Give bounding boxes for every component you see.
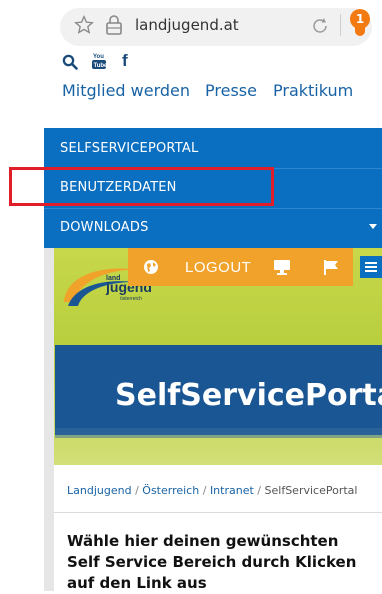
hamburger-icon[interactable]: [360, 256, 382, 278]
notification-badge[interactable]: 1: [350, 9, 370, 29]
menu-item-selfserviceportal[interactable]: SELFSERVICEPORTAL: [60, 141, 198, 156]
page-gutter: [44, 248, 54, 591]
content-divider: [54, 512, 382, 513]
breadcrumb-separator: /: [257, 484, 262, 497]
breadcrumb: Landjugend / Österreich / Intranet / Sel…: [67, 484, 357, 497]
highlight-box: [9, 167, 274, 206]
breadcrumb-item-intranet[interactable]: Intranet: [210, 484, 254, 497]
nav-link-praktikum[interactable]: Praktikum: [273, 81, 353, 100]
chevron-down-icon[interactable]: [369, 224, 377, 229]
monitor-icon[interactable]: [273, 259, 291, 275]
url-text[interactable]: landjugend.at: [135, 16, 239, 34]
breadcrumb-item-oesterreich[interactable]: Österreich: [142, 484, 199, 497]
search-icon[interactable]: [62, 54, 78, 70]
breadcrumb-separator: /: [202, 484, 207, 497]
globe-icon[interactable]: [143, 259, 159, 275]
nav-link-presse[interactable]: Presse: [205, 81, 257, 100]
page-title: SelfServicePortal: [115, 378, 382, 413]
nav-link-mitglied-werden[interactable]: Mitglied werden: [62, 81, 190, 100]
svg-text:Tube: Tube: [94, 63, 108, 69]
section-headline: Wähle hier deinen gewünschten Self Servi…: [67, 532, 357, 592]
logout-button[interactable]: LOGOUT: [185, 259, 251, 276]
svg-text:österreich: österreich: [120, 296, 142, 302]
breadcrumb-item-current: SelfServicePortal: [264, 484, 358, 497]
reload-icon[interactable]: [310, 16, 330, 36]
hero-title-shadow: [55, 428, 382, 438]
url-separator: [340, 14, 341, 36]
breadcrumb-item-landjugend[interactable]: Landjugend: [67, 484, 132, 497]
menu-divider: [44, 208, 382, 209]
flag-icon[interactable]: [323, 259, 339, 275]
breadcrumb-separator: /: [135, 484, 139, 497]
lock-icon: [106, 15, 122, 35]
svg-text:You: You: [93, 54, 104, 60]
bookmark-star-icon[interactable]: [74, 15, 94, 35]
facebook-icon[interactable]: f: [122, 51, 128, 71]
youtube-icon[interactable]: You Tube: [91, 52, 107, 70]
menu-item-downloads[interactable]: DOWNLOADS: [60, 220, 149, 235]
